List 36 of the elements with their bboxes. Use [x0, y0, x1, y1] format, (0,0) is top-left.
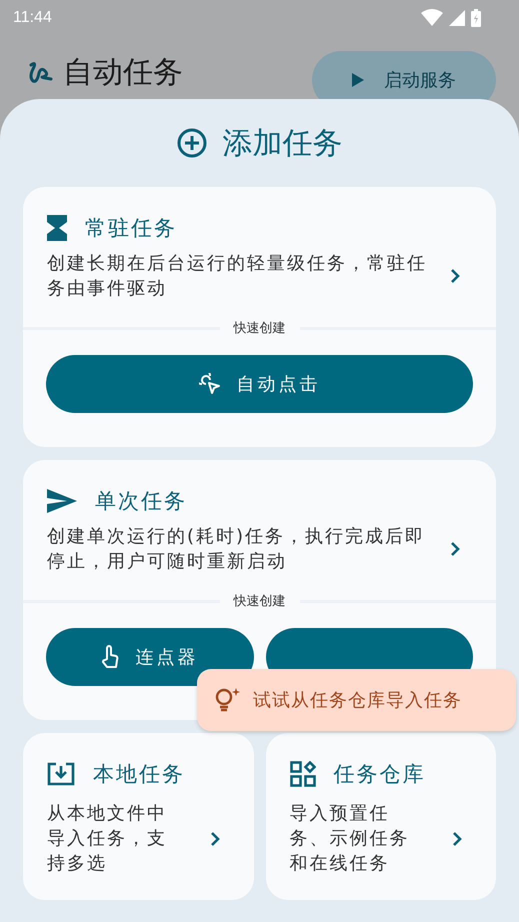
chevron-right-icon	[210, 830, 220, 846]
click-cursor-icon	[198, 373, 220, 395]
card-description: 从本地文件中导入任务，支持多选	[47, 802, 168, 876]
signal-icon	[449, 10, 465, 26]
send-icon	[47, 489, 77, 513]
battery-icon	[471, 8, 481, 26]
wifi-icon	[421, 8, 443, 26]
play-icon	[352, 73, 364, 87]
quick-create-label: 快速创建	[234, 593, 286, 610]
card-description: 导入预置任务、示例任务和在线任务	[290, 802, 410, 876]
quick-action-button[interactable]: 连点器	[46, 628, 254, 686]
tooltip-text: 试试从任务仓库导入任务	[253, 689, 462, 712]
card-description: 创建长期在后台运行的轻量级任务，常驻任务由事件驱动	[47, 252, 428, 301]
task-card[interactable]: 本地任务 从本地文件中导入任务，支持多选	[23, 733, 254, 900]
chevron-right-icon	[450, 541, 460, 557]
card-title: 单次任务	[95, 488, 187, 515]
tap-hand-icon	[101, 645, 120, 669]
card-description: 创建单次运行的(耗时)任务，执行完成后即停止，用户可随时重新启动	[47, 525, 426, 574]
sheet-title: 添加任务	[222, 124, 342, 162]
card-title: 任务仓库	[334, 761, 426, 788]
download-box-icon	[47, 762, 75, 786]
quick-action-button[interactable]: 自动点击	[46, 355, 473, 413]
chevron-right-icon	[452, 830, 462, 846]
add-circle-icon	[176, 128, 206, 158]
task-card[interactable]: 常驻任务 创建长期在后台运行的轻量级任务，常驻任务由事件驱动 快速创建 自动点击	[23, 187, 496, 447]
app-title: 自动任务	[63, 54, 183, 92]
chevron-right-icon	[450, 268, 460, 284]
squiggle-logo-icon	[27, 59, 53, 85]
grid-icon	[290, 761, 316, 787]
hourglass-icon	[47, 215, 67, 241]
status-time: 11:44	[13, 8, 52, 26]
quick-create-label: 快速创建	[234, 320, 286, 337]
card-title: 常驻任务	[85, 215, 177, 242]
task-card[interactable]: 任务仓库 导入预置任务、示例任务和在线任务	[266, 733, 496, 900]
lightbulb-icon	[215, 688, 241, 712]
card-title: 本地任务	[93, 761, 185, 788]
